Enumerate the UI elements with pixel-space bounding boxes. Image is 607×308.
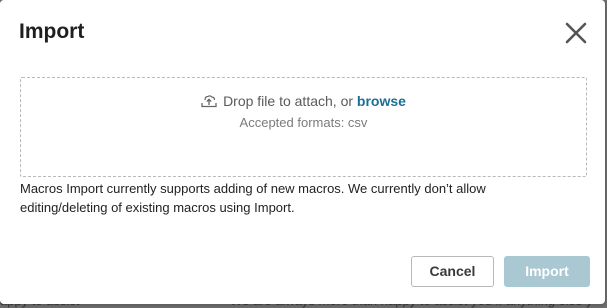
close-button[interactable] <box>563 20 589 46</box>
drop-text: Drop file to attach, or <box>223 93 354 109</box>
file-dropzone[interactable]: Drop file to attach, or browse Accepted … <box>20 77 587 177</box>
accepted-formats: Accepted formats: csv <box>239 115 368 130</box>
upload-icon <box>201 94 217 111</box>
cancel-button[interactable]: Cancel <box>411 256 494 287</box>
import-modal: Import Drop file to attach, or browse Ac… <box>0 0 605 304</box>
modal-title: Import <box>19 20 85 43</box>
drop-instruction: Drop file to attach, or browse <box>21 93 586 111</box>
close-icon <box>565 22 587 44</box>
browse-link[interactable]: browse <box>357 93 406 109</box>
import-info-text: Macros Import currently supports adding … <box>20 181 486 215</box>
import-button[interactable]: Import <box>504 256 590 287</box>
